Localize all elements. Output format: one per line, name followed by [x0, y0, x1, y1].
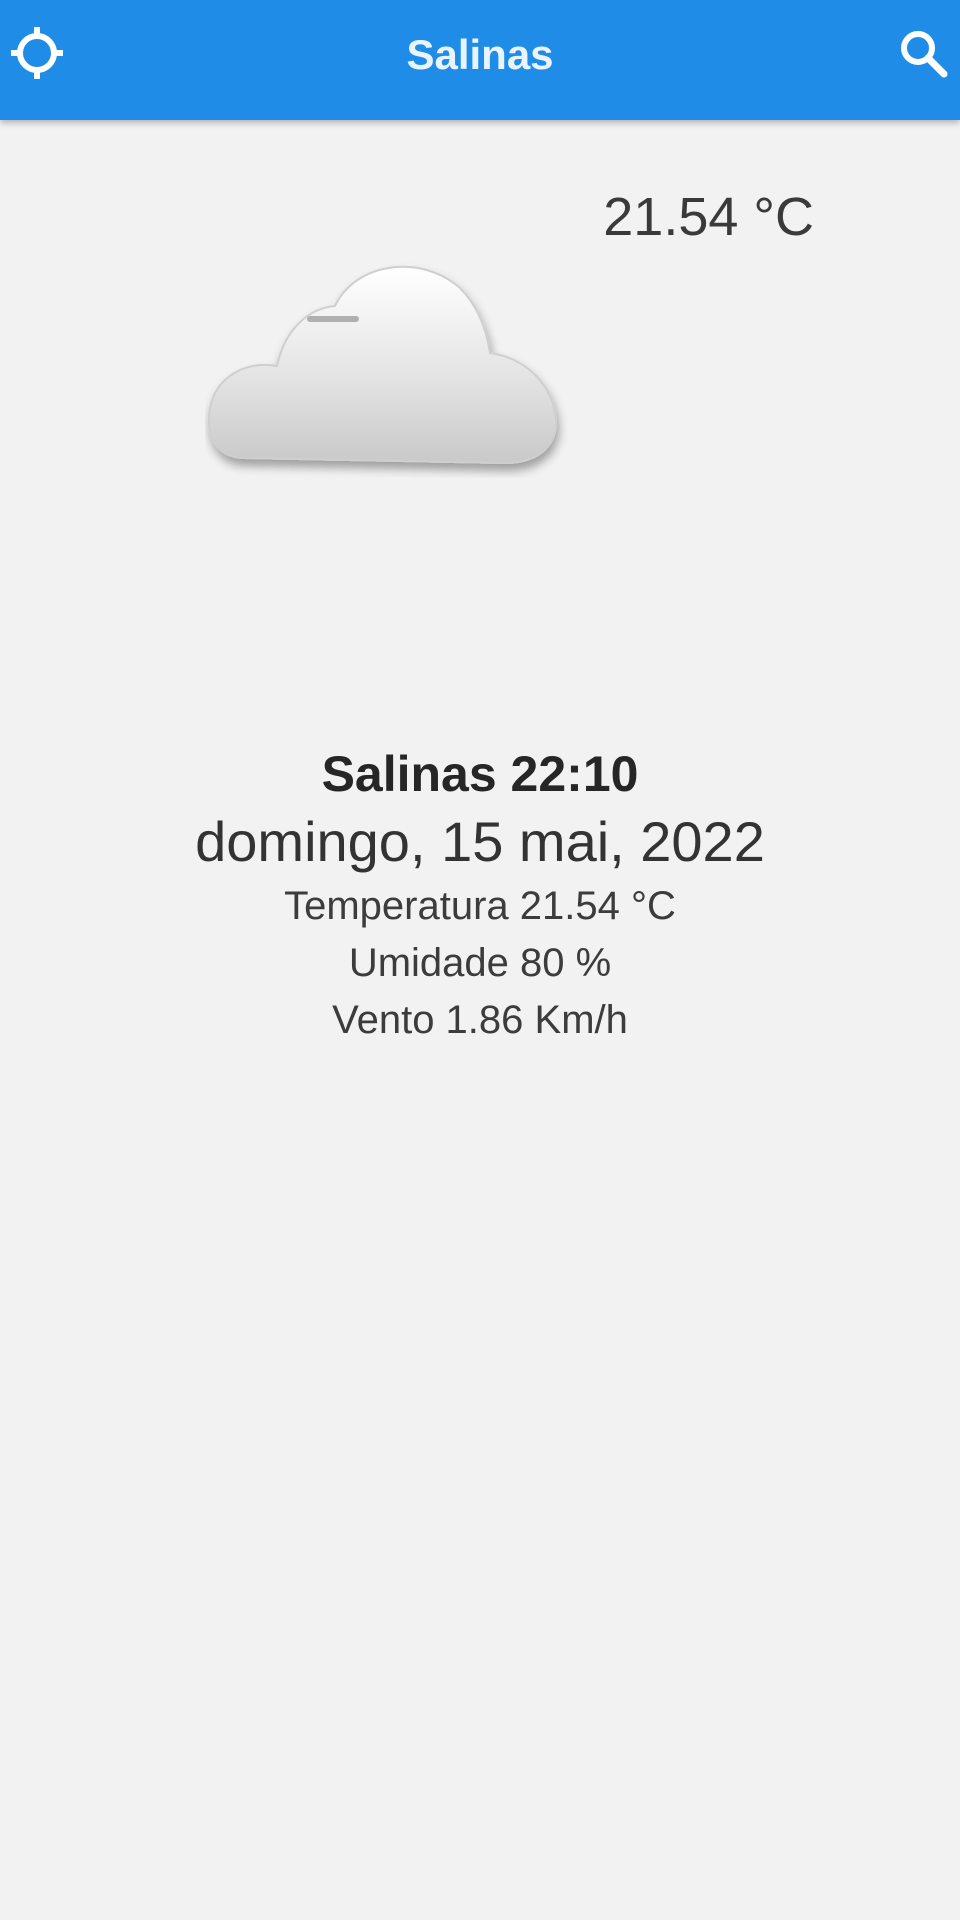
cloud-icon	[205, 248, 575, 478]
city-time: Salinas 22:10	[321, 746, 639, 802]
humidity-detail: Umidade 80 %	[348, 941, 612, 985]
date-label: domingo, 15 mai, 2022	[195, 810, 765, 873]
weather-info: Salinas 22:10 domingo, 15 mai, 2022 Temp…	[0, 742, 960, 1049]
search-icon	[897, 27, 949, 84]
app-bar: Salinas	[0, 0, 960, 120]
current-temperature: 21.54 °C	[603, 187, 814, 247]
temperature-detail: Temperatura 21.54 °C	[284, 884, 676, 928]
search-button[interactable]	[890, 22, 956, 88]
wind-detail: Vento 1.86 Km/h	[332, 998, 628, 1042]
app-title: Salinas	[406, 31, 554, 78]
